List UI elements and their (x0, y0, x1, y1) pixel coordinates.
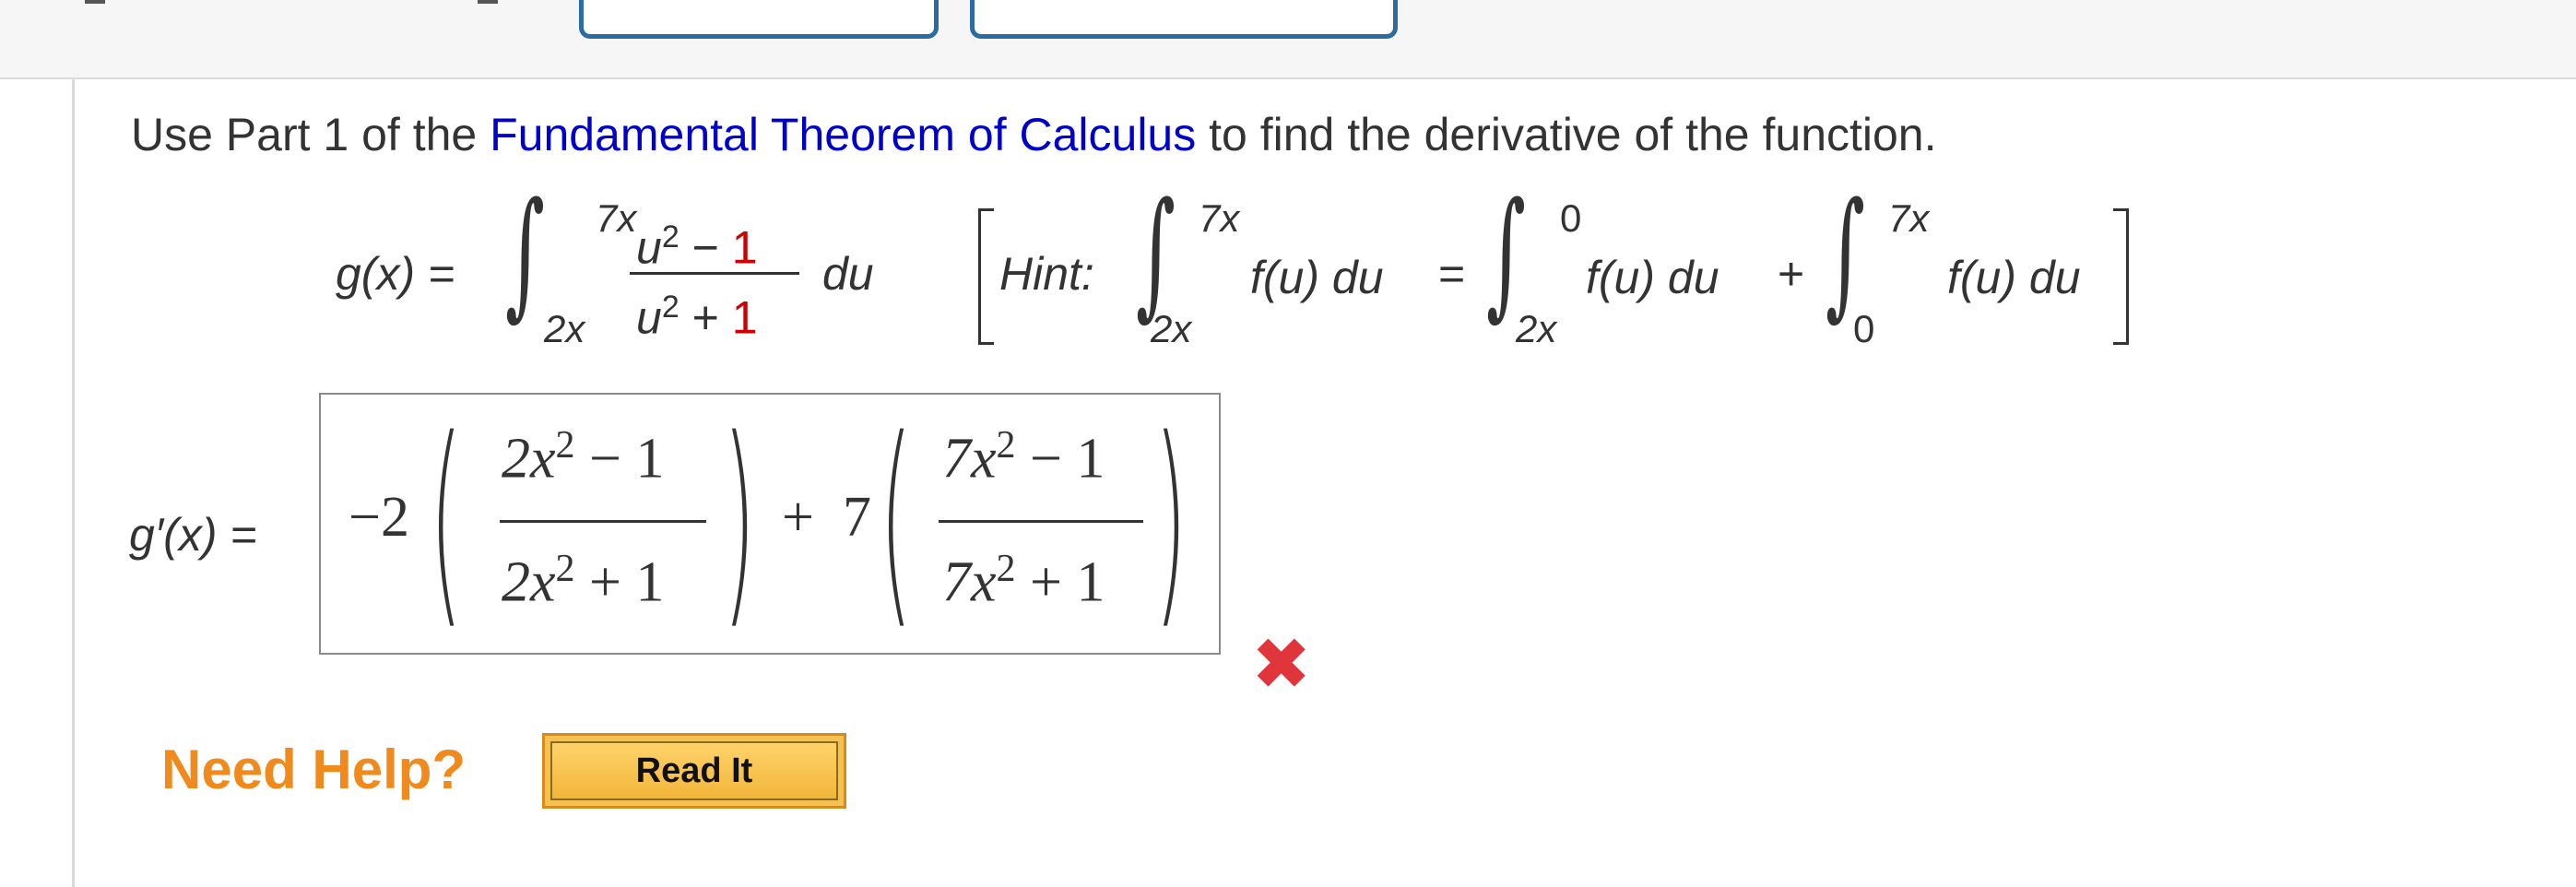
hint-integrand-2: f(u) du (1586, 252, 1719, 303)
fraction-2-numerator: 7x2 − 1 (942, 424, 1105, 491)
answer-coefficient-1: −2 (349, 486, 409, 549)
need-help-label: Need Help? (161, 739, 467, 800)
hint-label: Hint: (999, 248, 1094, 300)
x-mark-icon: ✖ (1251, 623, 1312, 706)
fraction-1-denominator: 2x2 + 1 (502, 548, 665, 614)
fraction-2-bar (939, 520, 1143, 523)
toolbar-button[interactable] (579, 0, 939, 39)
hint-integral-1-upper: 7x (1199, 196, 1240, 240)
answer-input[interactable]: −2 ( 2x2 − 1 2x2 + 1 ) + 7 ( 7x2 − 1 7x2… (319, 393, 1221, 655)
fraction-2-denominator: 7x2 + 1 (942, 548, 1105, 614)
hint-integral-2-lower: 2x (1516, 307, 1557, 350)
hint-integrand-1: f(u) du (1250, 252, 1384, 303)
integral-sign: ∫ (1136, 173, 1176, 334)
hint-integral-3-lower: 0 (1853, 307, 1875, 350)
hint-integral-3-upper: 7x (1888, 196, 1930, 240)
hint-right-bracket (2113, 208, 2129, 345)
integrand-denominator: u2 + 1 (636, 290, 758, 344)
read-it-label: Read It (550, 741, 838, 800)
fraction-1-numerator: 2x2 − 1 (502, 424, 665, 491)
hint-equals: = (1438, 248, 1466, 300)
hint-plus: + (1778, 248, 1805, 300)
instruction-suffix: to find the derivative of the function. (1196, 109, 1937, 160)
top-toolbar (0, 0, 2576, 79)
integral-sign: ∫ (1486, 173, 1526, 334)
integrand-differential: du (822, 248, 874, 300)
left-paren: ( (880, 391, 913, 649)
integral-upper-limit: 7x (596, 196, 637, 240)
fraction-1-bar (500, 520, 706, 523)
read-it-button[interactable]: Read It (542, 733, 846, 809)
toolbar-mark (85, 0, 105, 4)
hint-integrand-3: f(u) du (1947, 252, 2081, 303)
function-lhs: g(x) = (336, 248, 455, 300)
integrand-numerator: u2 − 1 (636, 219, 758, 274)
right-paren: ) (1154, 391, 1188, 649)
answer-label: g′(x) = (129, 509, 257, 561)
integral-sign: ∫ (505, 173, 545, 334)
left-paren: ( (430, 391, 463, 649)
hint-integral-2-upper: 0 (1560, 196, 1582, 240)
toolbar-button[interactable] (970, 0, 1398, 39)
integrand-fraction-bar (630, 272, 799, 275)
hint-integral-1-lower: 2x (1151, 307, 1192, 350)
answer-plus: + (782, 486, 814, 549)
content-left-border (72, 79, 75, 887)
integral-lower-limit: 2x (544, 307, 585, 350)
question-instruction: Use Part 1 of the Fundamental Theorem of… (131, 108, 1937, 161)
fundamental-theorem-link[interactable]: Fundamental Theorem of Calculus (490, 109, 1196, 160)
right-paren: ) (723, 391, 756, 649)
integral-sign: ∫ (1826, 173, 1865, 334)
toolbar-mark (478, 0, 498, 4)
answer-coefficient-2: 7 (843, 486, 871, 549)
hint-left-bracket (978, 208, 994, 345)
instruction-prefix: Use Part 1 of the (131, 109, 490, 160)
